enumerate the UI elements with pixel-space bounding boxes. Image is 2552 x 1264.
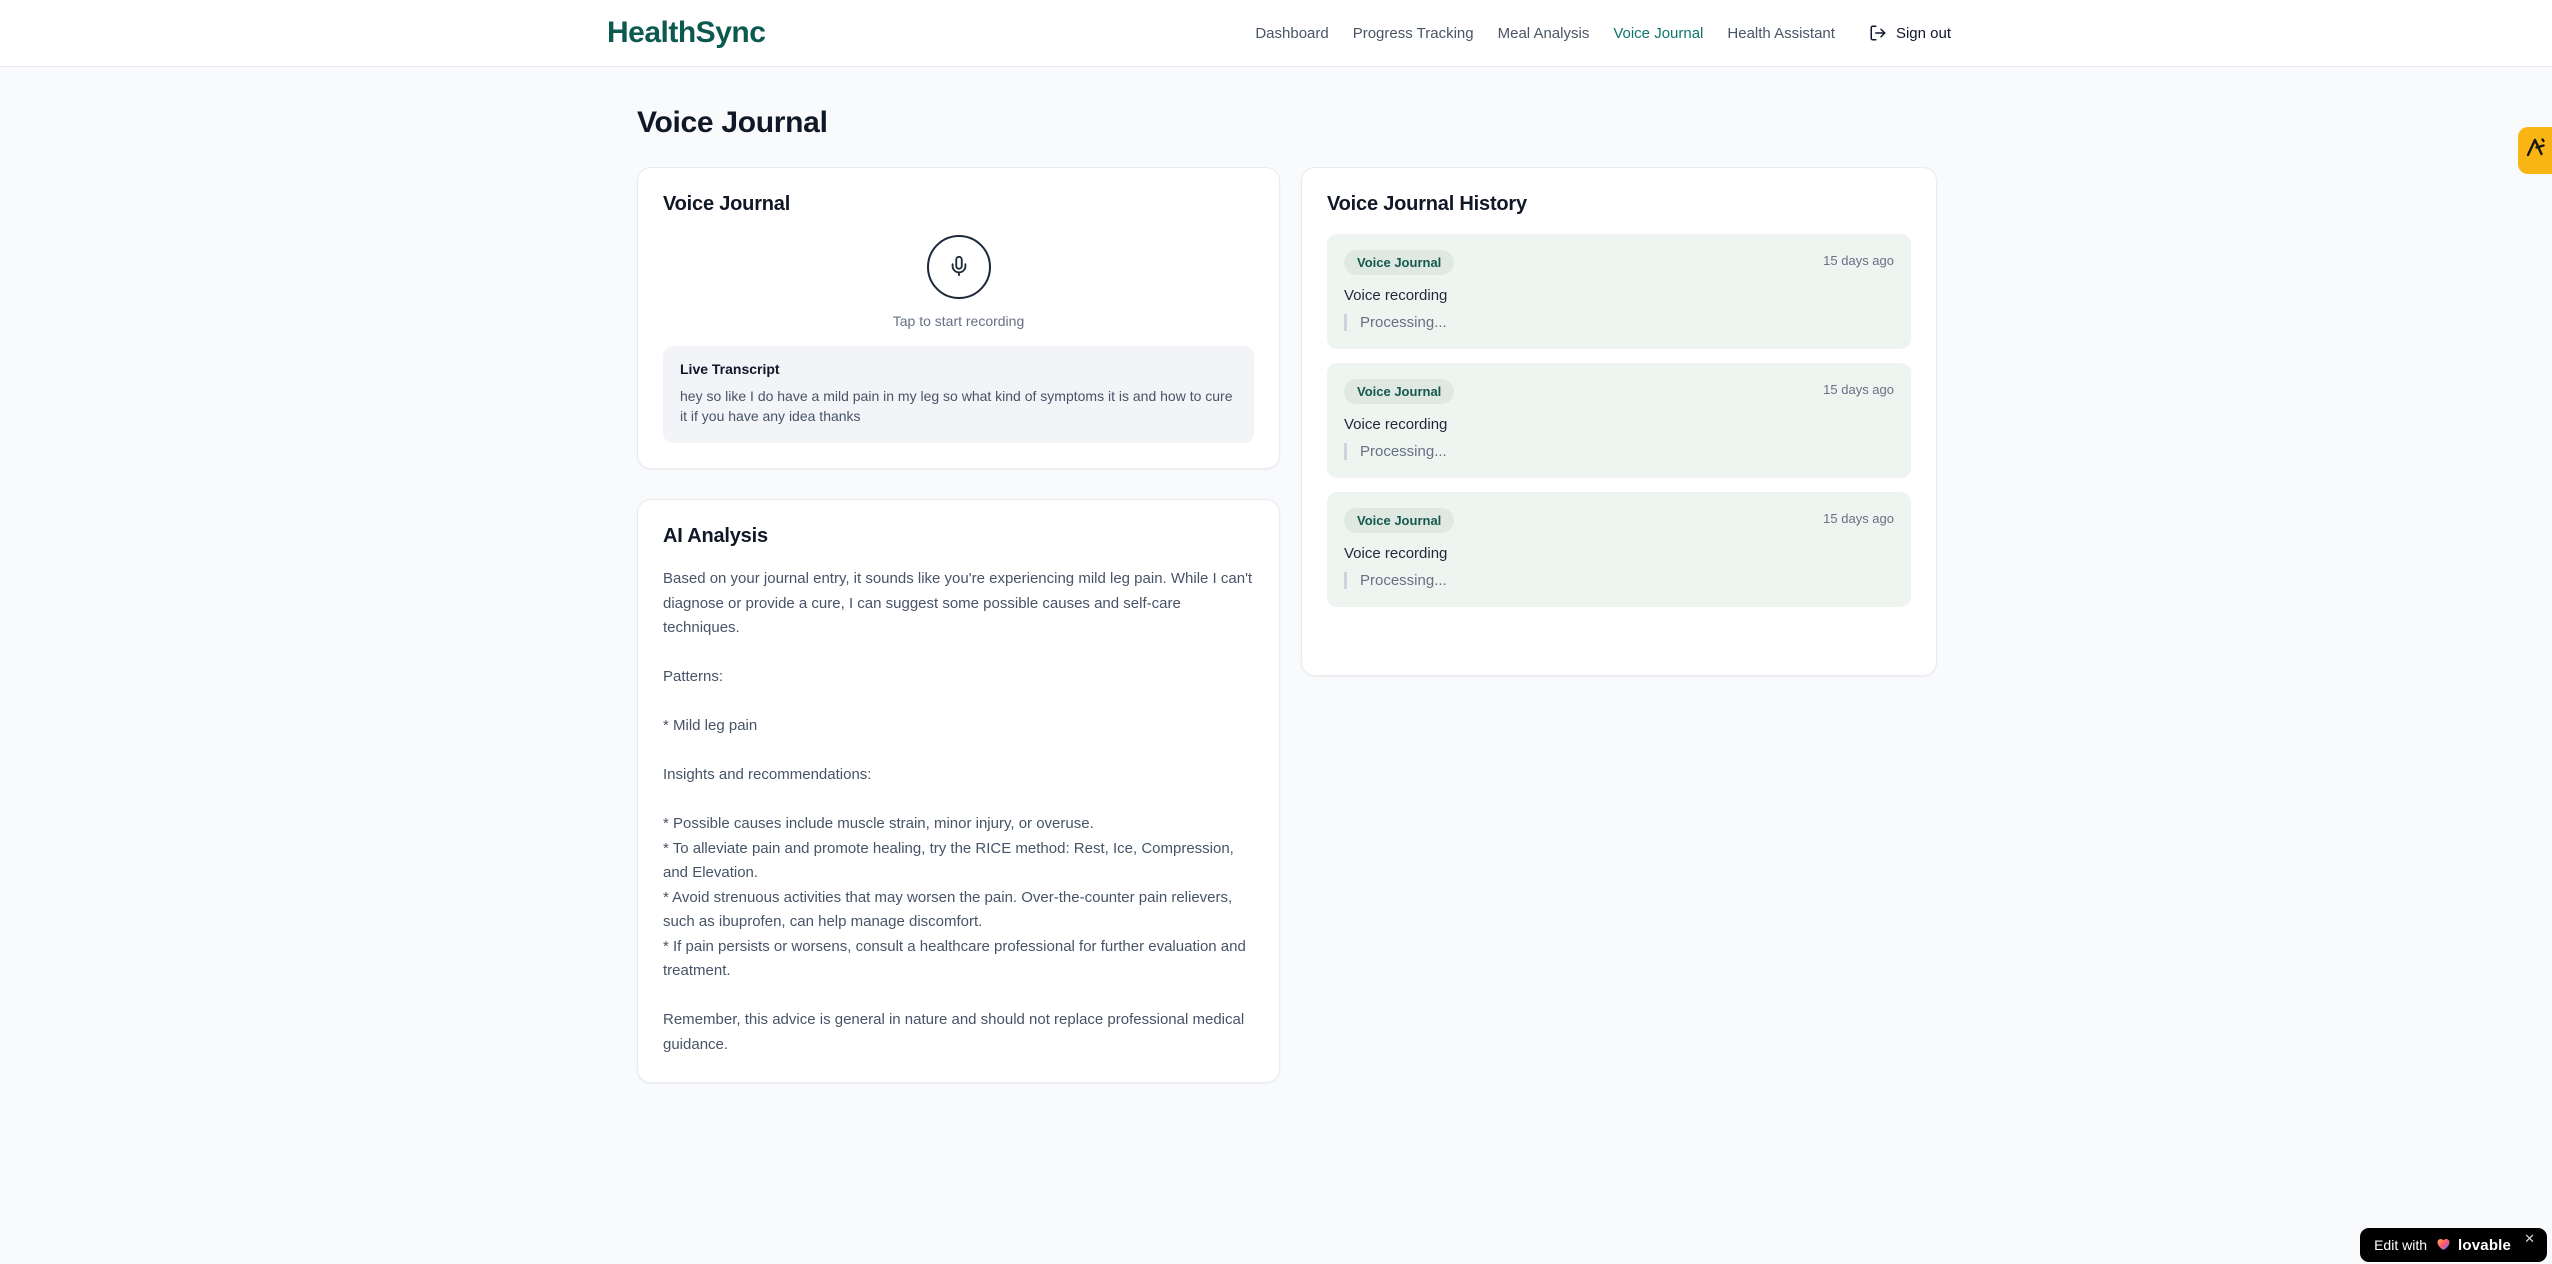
- nav-item-progress-tracking[interactable]: Progress Tracking: [1353, 25, 1474, 42]
- ai-analysis-title: AI Analysis: [663, 525, 768, 547]
- history-entry[interactable]: Voice Journal 15 days ago Voice recordin…: [1327, 492, 1911, 607]
- entry-timestamp: 15 days ago: [1823, 511, 1894, 526]
- recorder-card-title: Voice Journal: [663, 193, 791, 215]
- ai-analysis-card: AI Analysis Based on your journal entry,…: [637, 499, 1280, 1083]
- left-column: Voice Journal Tap to start recording Liv…: [637, 167, 1280, 1083]
- nav-item-health-assistant[interactable]: Health Assistant: [1727, 25, 1835, 42]
- entry-type-badge: Voice Journal: [1344, 379, 1455, 404]
- peak-logo-icon: [2524, 136, 2552, 165]
- sign-out-button[interactable]: Sign out: [1869, 24, 1951, 42]
- entry-title: Voice recording: [1344, 545, 1448, 562]
- edit-with-label: Edit with: [2374, 1237, 2427, 1253]
- page-title: Voice Journal: [637, 106, 828, 139]
- history-list: Voice Journal 15 days ago Voice recordin…: [1327, 234, 1911, 607]
- voice-journal-page: Voice Journal Voice Journal Tap to start…: [637, 67, 1937, 1083]
- entry-processing-status: Processing...: [1344, 314, 1894, 331]
- entry-processing-status: Processing...: [1344, 443, 1894, 460]
- nav-item-dashboard[interactable]: Dashboard: [1255, 25, 1328, 42]
- voice-recorder-card: Voice Journal Tap to start recording Liv…: [637, 167, 1280, 469]
- live-transcript-box: Live Transcript hey so like I do have a …: [663, 346, 1254, 443]
- entry-title: Voice recording: [1344, 416, 1448, 433]
- main-nav: Dashboard Progress Tracking Meal Analysi…: [1255, 24, 1951, 42]
- log-out-icon: [1869, 24, 1887, 42]
- history-card-title: Voice Journal History: [1327, 193, 1527, 215]
- history-entry[interactable]: Voice Journal 15 days ago Voice recordin…: [1327, 363, 1911, 478]
- close-icon[interactable]: ✕: [2524, 1232, 2535, 1245]
- record-button[interactable]: [926, 235, 991, 299]
- right-column: Voice Journal History Voice Journal 15 d…: [1301, 167, 1937, 676]
- entry-title: Voice recording: [1344, 287, 1448, 304]
- mic-icon: [948, 255, 970, 280]
- history-entry[interactable]: Voice Journal 15 days ago Voice recordin…: [1327, 234, 1911, 349]
- entry-type-badge: Voice Journal: [1344, 508, 1455, 533]
- lovable-brand-label: lovable: [2458, 1236, 2512, 1254]
- ai-analysis-body: Based on your journal entry, it sounds l…: [663, 570, 1253, 1053]
- edit-with-lovable-badge[interactable]: Edit with lovable ✕: [2360, 1228, 2547, 1262]
- live-transcript-heading: Live Transcript: [680, 361, 780, 377]
- heart-icon: [2434, 1235, 2451, 1256]
- entry-type-badge: Voice Journal: [1344, 250, 1455, 275]
- app-header: HealthSync Dashboard Progress Tracking M…: [0, 0, 2552, 67]
- edge-tool-badge[interactable]: [2518, 127, 2552, 174]
- nav-item-meal-analysis[interactable]: Meal Analysis: [1498, 25, 1590, 42]
- entry-processing-status: Processing...: [1344, 572, 1894, 589]
- entry-timestamp: 15 days ago: [1823, 253, 1894, 268]
- sign-out-label: Sign out: [1895, 24, 1951, 42]
- entry-timestamp: 15 days ago: [1823, 382, 1894, 397]
- brand-logo[interactable]: HealthSync: [607, 16, 766, 50]
- tap-to-record-hint: Tap to start recording: [892, 313, 1025, 329]
- nav-item-voice-journal[interactable]: Voice Journal: [1613, 25, 1703, 42]
- live-transcript-text: hey so like I do have a mild pain in my …: [680, 388, 1233, 424]
- voice-journal-history-card: Voice Journal History Voice Journal 15 d…: [1301, 167, 1937, 676]
